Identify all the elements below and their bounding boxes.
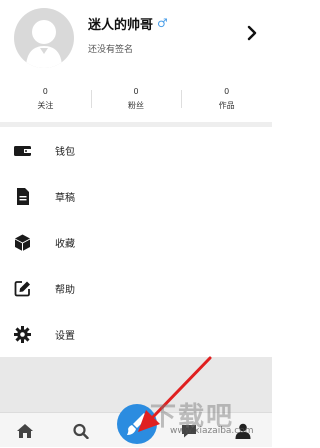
stat-following[interactable]: 0 关注: [0, 84, 91, 114]
gear-icon: [14, 326, 31, 343]
default-avatar-icon: [26, 20, 62, 68]
wallet-icon: [14, 146, 31, 156]
chevron-right-icon[interactable]: [244, 24, 260, 42]
signature-text: 还没有签名: [88, 45, 134, 55]
edit-icon: [14, 281, 30, 297]
stat-works[interactable]: 0 作品: [181, 84, 272, 114]
avatar[interactable]: [14, 8, 74, 68]
menu-item-wallet[interactable]: 钱包: [0, 127, 272, 173]
home-icon[interactable]: [16, 423, 34, 439]
stats-bar: 0 关注 0 粉丝 0 作品: [0, 84, 272, 114]
document-icon: [17, 188, 29, 205]
stat-fans-count: 0: [133, 87, 139, 96]
menu-item-settings[interactable]: 设置: [0, 311, 272, 357]
menu-list: 钱包 草稿 收藏 帮助 设置: [0, 127, 272, 357]
search-icon[interactable]: [72, 423, 90, 439]
menu-item-label: 草稿: [55, 193, 75, 204]
menu-item-label: 收藏: [55, 239, 75, 250]
stat-following-count: 0: [42, 87, 48, 96]
menu-item-label: 帮助: [55, 285, 75, 296]
menu-item-drafts[interactable]: 草稿: [0, 173, 272, 219]
profile-header[interactable]: 迷人的帅哥 ♂ 还没有签名: [0, 0, 272, 80]
stat-fans[interactable]: 0 粉丝: [90, 84, 182, 114]
menu-item-label: 钱包: [55, 147, 75, 158]
username: 迷人的帅哥: [88, 17, 154, 33]
stat-following-label: 关注: [37, 101, 54, 110]
stat-fans-label: 粉丝: [128, 101, 144, 110]
watermark-logo: 下载吧 www.xiazaiba.com: [148, 396, 272, 446]
menu-item-label: 设置: [55, 331, 75, 342]
stat-works-label: 作品: [218, 101, 235, 110]
stat-works-count: 0: [224, 87, 230, 96]
cube-icon: [15, 234, 30, 251]
menu-item-help[interactable]: 帮助: [0, 265, 272, 311]
gender-male-icon: ♂: [157, 16, 168, 30]
watermark-url: www.xiazaiba.com: [170, 426, 254, 436]
menu-item-favorites[interactable]: 收藏: [0, 219, 272, 265]
